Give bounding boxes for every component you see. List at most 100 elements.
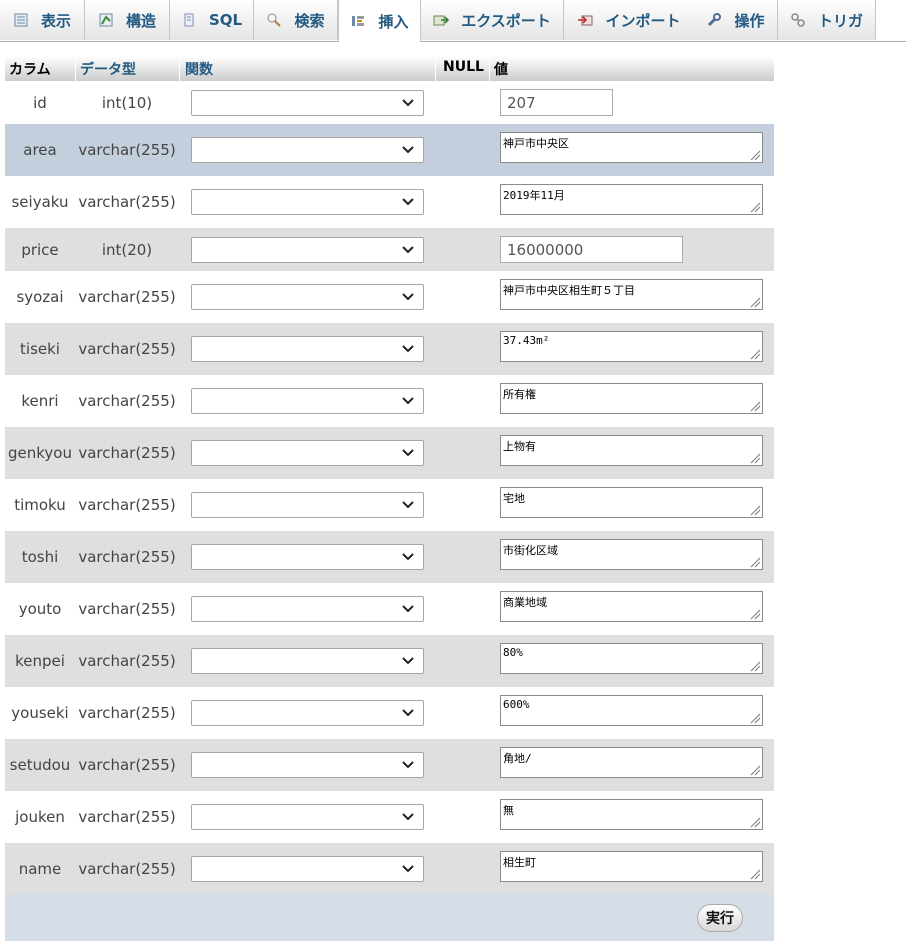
- column-type: varchar(255): [78, 808, 176, 826]
- function-select[interactable]: [191, 544, 424, 570]
- column-header-type[interactable]: データ型: [80, 59, 136, 79]
- function-select[interactable]: [191, 700, 424, 726]
- resize-grip-icon[interactable]: [749, 452, 761, 464]
- table-row: name varchar(255) 相生町: [5, 843, 774, 895]
- value-textarea[interactable]: 2019年11月: [500, 184, 763, 215]
- column-type: varchar(255): [78, 548, 176, 566]
- function-select[interactable]: [191, 804, 424, 830]
- tab-sql[interactable]: SQL: [170, 0, 254, 40]
- tab-label: 表示: [40, 11, 71, 30]
- value-text: 所有権: [503, 388, 536, 401]
- value-text: 市街化区域: [503, 544, 558, 557]
- tab-wrench[interactable]: 操作: [694, 0, 778, 40]
- tab-label: 操作: [734, 11, 765, 30]
- tab-insert-row[interactable]: 挿入: [338, 0, 421, 42]
- column-header-function[interactable]: 関数: [185, 59, 213, 79]
- tab-trigger[interactable]: トリガ: [778, 0, 876, 40]
- value-textarea[interactable]: 上物有: [500, 435, 763, 466]
- resize-grip-icon[interactable]: [749, 348, 761, 360]
- value-text: 角地/: [503, 752, 532, 765]
- function-select[interactable]: [191, 752, 424, 778]
- column-name: name: [18, 860, 62, 878]
- tab-label: 検索: [294, 11, 325, 30]
- resize-grip-icon[interactable]: [749, 556, 761, 568]
- table-row: price int(20) 16000000: [5, 228, 774, 271]
- resize-grip-icon[interactable]: [749, 868, 761, 880]
- tab-search[interactable]: 検索: [254, 0, 338, 40]
- value-text: 600%: [503, 698, 530, 711]
- value-text: 商業地域: [503, 596, 547, 609]
- resize-grip-icon[interactable]: [749, 816, 761, 828]
- value-textarea[interactable]: 80%: [500, 643, 763, 674]
- tab-structure[interactable]: 構造: [85, 0, 170, 40]
- tab-browse-table[interactable]: 表示: [0, 0, 85, 40]
- value-textarea[interactable]: 角地/: [500, 747, 763, 778]
- column-type: varchar(255): [78, 288, 176, 306]
- value-textarea[interactable]: 相生町: [500, 851, 763, 882]
- tab-import[interactable]: インポート: [564, 0, 695, 40]
- function-select[interactable]: [191, 189, 424, 215]
- value-input[interactable]: 207: [500, 89, 613, 116]
- value-textarea[interactable]: 商業地域: [500, 591, 763, 622]
- value-input[interactable]: 16000000: [500, 236, 683, 263]
- function-select[interactable]: [191, 137, 424, 163]
- value-textarea[interactable]: 神戸市中央区: [500, 132, 763, 163]
- resize-grip-icon[interactable]: [749, 201, 761, 213]
- table-row: id int(10) 207: [5, 81, 774, 124]
- table-row: youseki varchar(255) 600%: [5, 687, 774, 739]
- table-row: jouken varchar(255) 無: [5, 791, 774, 843]
- value-textarea[interactable]: 市街化区域: [500, 539, 763, 570]
- function-select[interactable]: [191, 237, 424, 263]
- tab-export[interactable]: エクスポート: [421, 0, 564, 40]
- chevron-down-icon: [402, 293, 414, 301]
- table-row: timoku varchar(255) 宅地: [5, 479, 774, 531]
- value-textarea[interactable]: 600%: [500, 695, 763, 726]
- table-row: seiyaku varchar(255) 2019年11月: [5, 176, 774, 228]
- chevron-down-icon: [402, 605, 414, 613]
- function-select[interactable]: [191, 336, 424, 362]
- column-type: varchar(255): [78, 860, 176, 878]
- table-row: toshi varchar(255) 市街化区域: [5, 531, 774, 583]
- column-name: area: [23, 141, 57, 159]
- function-select[interactable]: [191, 284, 424, 310]
- value-text: 16000000: [507, 241, 584, 259]
- chevron-down-icon: [402, 397, 414, 405]
- column-name: toshi: [21, 548, 59, 566]
- column-type: varchar(255): [78, 392, 176, 410]
- column-name: youseki: [11, 704, 69, 722]
- column-type: varchar(255): [78, 340, 176, 358]
- submit-button[interactable]: 実行: [697, 904, 743, 932]
- resize-grip-icon[interactable]: [749, 712, 761, 724]
- tab-label: インポート: [605, 11, 681, 30]
- column-type: int(10): [101, 93, 153, 112]
- column-name: genkyou: [8, 444, 72, 462]
- table-row: kenri varchar(255) 所有権: [5, 375, 774, 427]
- sql-icon: [181, 12, 197, 28]
- function-select[interactable]: [191, 596, 424, 622]
- resize-grip-icon[interactable]: [749, 149, 761, 161]
- resize-grip-icon[interactable]: [749, 504, 761, 516]
- function-select[interactable]: [191, 388, 424, 414]
- value-textarea[interactable]: 神戸市中央区相生町５丁目: [500, 279, 763, 310]
- resize-grip-icon[interactable]: [749, 400, 761, 412]
- resize-grip-icon[interactable]: [749, 608, 761, 620]
- resize-grip-icon[interactable]: [749, 296, 761, 308]
- function-select[interactable]: [191, 648, 424, 674]
- table-row: setudou varchar(255) 角地/: [5, 739, 774, 791]
- column-header-column: カラム: [9, 62, 51, 78]
- value-text: 207: [507, 94, 536, 112]
- value-textarea[interactable]: 無: [500, 799, 763, 830]
- function-select[interactable]: [191, 492, 424, 518]
- value-textarea[interactable]: 宅地: [500, 487, 763, 518]
- function-select[interactable]: [191, 90, 424, 116]
- value-textarea[interactable]: 所有権: [500, 383, 763, 414]
- header-divider: [489, 56, 490, 81]
- table-row: kenpei varchar(255) 80%: [5, 635, 774, 687]
- function-select[interactable]: [191, 856, 424, 882]
- chevron-down-icon: [402, 198, 414, 206]
- value-textarea[interactable]: 37.43m²: [500, 331, 763, 362]
- resize-grip-icon[interactable]: [749, 660, 761, 672]
- search-icon: [266, 12, 282, 28]
- function-select[interactable]: [191, 440, 424, 466]
- resize-grip-icon[interactable]: [749, 764, 761, 776]
